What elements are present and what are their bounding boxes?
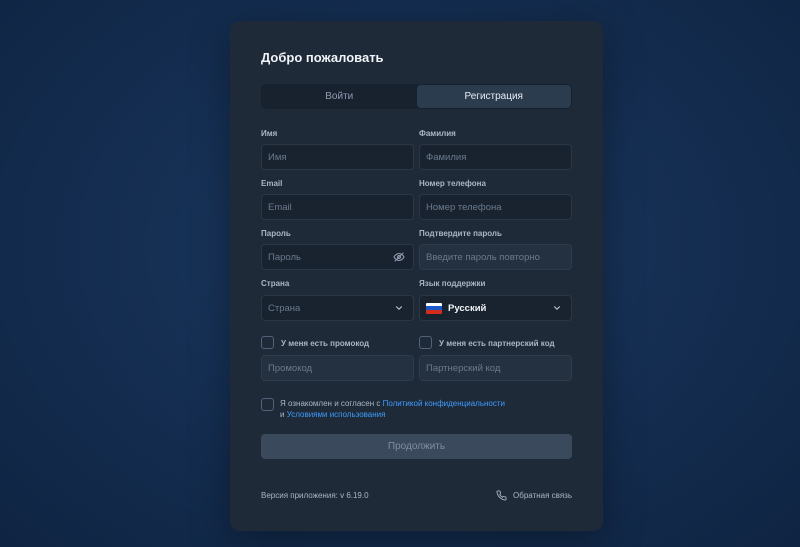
support-language-select[interactable]: Русский bbox=[419, 295, 572, 321]
email-label: Email bbox=[261, 179, 283, 188]
confirm-password-field bbox=[419, 244, 572, 270]
continue-button[interactable]: Продолжить bbox=[261, 434, 572, 459]
agreement-checkbox[interactable] bbox=[261, 398, 274, 411]
feedback-label: Обратная связь bbox=[513, 491, 572, 500]
last-name-field bbox=[419, 144, 572, 170]
partner-checkbox[interactable] bbox=[419, 336, 432, 349]
promo-input[interactable] bbox=[268, 362, 407, 374]
password-label: Пароль bbox=[261, 229, 291, 238]
russia-flag-icon bbox=[426, 302, 442, 314]
country-select[interactable]: Страна bbox=[261, 295, 414, 321]
registration-card: Добро пожаловать Войти Регистрация Имя Ф… bbox=[230, 21, 603, 531]
country-select-value: Страна bbox=[268, 302, 301, 314]
partner-checkbox-label: У меня есть партнерский код bbox=[439, 339, 555, 348]
tab-register[interactable]: Регистрация bbox=[416, 85, 571, 108]
first-name-input[interactable] bbox=[268, 151, 407, 163]
first-name-field bbox=[261, 144, 414, 170]
agreement-conjunction: и bbox=[280, 410, 285, 419]
phone-label: Номер телефона bbox=[419, 179, 486, 188]
password-input[interactable] bbox=[268, 251, 407, 263]
eye-off-icon[interactable] bbox=[393, 251, 405, 263]
chevron-down-icon bbox=[551, 302, 563, 314]
email-field bbox=[261, 194, 414, 220]
first-name-label: Имя bbox=[261, 129, 278, 138]
promo-field bbox=[261, 355, 414, 381]
phone-input[interactable] bbox=[426, 201, 565, 213]
last-name-input[interactable] bbox=[426, 151, 565, 163]
promo-checkbox[interactable] bbox=[261, 336, 274, 349]
auth-tabs: Войти Регистрация bbox=[261, 84, 572, 109]
chevron-down-icon bbox=[393, 302, 405, 314]
agreement-text: Я ознакомлен и согласен с Политикой конф… bbox=[280, 398, 560, 420]
agreement-prefix: Я ознакомлен и согласен с bbox=[280, 399, 381, 408]
terms-of-use-link[interactable]: Условиями использования bbox=[287, 410, 386, 419]
country-label: Страна bbox=[261, 279, 290, 288]
confirm-password-input[interactable] bbox=[426, 251, 565, 263]
support-language-value: Русский bbox=[448, 302, 487, 314]
privacy-policy-link[interactable]: Политикой конфиденциальности bbox=[383, 399, 505, 408]
promo-checkbox-label: У меня есть промокод bbox=[281, 339, 370, 348]
password-field bbox=[261, 244, 414, 270]
app-version: Версия приложения: v 6.19.0 bbox=[261, 491, 369, 500]
tab-login[interactable]: Войти bbox=[262, 85, 417, 108]
email-input[interactable] bbox=[268, 201, 407, 213]
phone-icon bbox=[496, 490, 507, 501]
phone-field bbox=[419, 194, 572, 220]
last-name-label: Фамилия bbox=[419, 129, 456, 138]
feedback-link[interactable]: Обратная связь bbox=[496, 490, 572, 501]
page-title: Добро пожаловать bbox=[261, 50, 384, 65]
partner-field bbox=[419, 355, 572, 381]
support-language-label: Язык поддержки bbox=[419, 279, 486, 288]
confirm-password-label: Подтвердите пароль bbox=[419, 229, 502, 238]
partner-input[interactable] bbox=[426, 362, 565, 374]
